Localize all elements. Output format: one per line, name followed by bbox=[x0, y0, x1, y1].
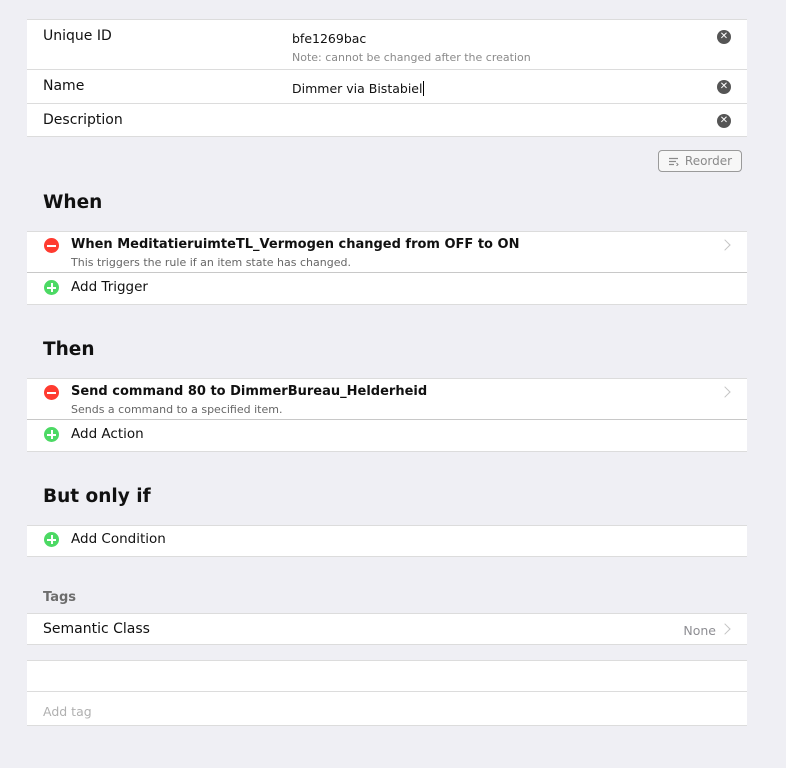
tags-heading: Tags bbox=[43, 590, 77, 605]
add-condition-item[interactable]: Add Condition bbox=[27, 526, 747, 556]
reorder-label: Reorder bbox=[684, 154, 733, 168]
conditions-list: Add Condition bbox=[27, 525, 747, 557]
add-condition-icon bbox=[44, 532, 59, 547]
action-title: Send command 80 to DimmerBureau_Helderhe… bbox=[71, 384, 428, 399]
reorder-button[interactable]: Reorder bbox=[658, 150, 742, 172]
add-action-item[interactable]: Add Action bbox=[27, 420, 747, 452]
add-trigger-label: Add Trigger bbox=[71, 279, 148, 295]
chevron-right-icon bbox=[719, 623, 731, 635]
add-condition-label: Add Condition bbox=[71, 531, 166, 547]
tag-chips-area bbox=[27, 661, 747, 691]
clear-description-icon[interactable]: ✕ bbox=[717, 114, 731, 128]
trigger-subtitle: This triggers the rule if an item state … bbox=[71, 256, 351, 269]
chevron-right-icon bbox=[719, 386, 731, 398]
unique-id-field[interactable]: bfe1269bac bbox=[292, 31, 366, 46]
clear-unique-id-icon[interactable]: ✕ bbox=[717, 30, 731, 44]
unique-id-label: Unique ID bbox=[43, 28, 112, 44]
text-cursor bbox=[423, 81, 425, 96]
name-row: Name Dimmer via Bistabiel ✕ bbox=[27, 70, 747, 103]
chevron-right-icon bbox=[719, 239, 731, 251]
trigger-item[interactable]: When MeditatieruimteTL_Vermogen changed … bbox=[27, 232, 747, 272]
semantic-class-list: Semantic Class None bbox=[27, 613, 747, 645]
description-field[interactable] bbox=[292, 115, 692, 131]
add-action-icon bbox=[44, 427, 59, 442]
rule-details-panel: Unique ID bfe1269bac Note: cannot be cha… bbox=[27, 19, 747, 137]
action-subtitle: Sends a command to a specified item. bbox=[71, 403, 283, 416]
add-trigger-icon bbox=[44, 280, 59, 295]
semantic-class-item[interactable]: Semantic Class None bbox=[27, 614, 747, 644]
remove-action-icon[interactable] bbox=[44, 385, 59, 400]
add-action-label: Add Action bbox=[71, 426, 144, 442]
unique-id-row: Unique ID bfe1269bac Note: cannot be cha… bbox=[27, 20, 747, 69]
name-field-value: Dimmer via Bistabiel bbox=[292, 81, 423, 96]
then-list: Send command 80 to DimmerBureau_Helderhe… bbox=[27, 378, 747, 452]
unique-id-note: Note: cannot be changed after the creati… bbox=[292, 51, 531, 64]
semantic-class-value: None bbox=[683, 623, 716, 638]
clear-name-icon[interactable]: ✕ bbox=[717, 80, 731, 94]
action-item[interactable]: Send command 80 to DimmerBureau_Helderhe… bbox=[27, 379, 747, 419]
add-tag-row: Add tag bbox=[27, 692, 747, 726]
add-trigger-item[interactable]: Add Trigger bbox=[27, 273, 747, 305]
but-only-if-heading: But only if bbox=[43, 486, 151, 507]
semantic-class-label: Semantic Class bbox=[43, 621, 150, 637]
description-row: Description ✕ bbox=[27, 104, 747, 137]
description-label: Description bbox=[43, 112, 123, 128]
when-list: When MeditatieruimteTL_Vermogen changed … bbox=[27, 231, 747, 305]
trigger-title: When MeditatieruimteTL_Vermogen changed … bbox=[71, 237, 520, 252]
name-label: Name bbox=[43, 78, 85, 94]
name-field[interactable]: Dimmer via Bistabiel bbox=[292, 81, 425, 96]
then-heading: Then bbox=[43, 339, 95, 360]
add-tag-input[interactable]: Add tag bbox=[43, 704, 92, 719]
tags-list: Add tag bbox=[27, 660, 747, 726]
reorder-icon bbox=[668, 152, 679, 172]
remove-trigger-icon[interactable] bbox=[44, 238, 59, 253]
when-heading: When bbox=[43, 192, 103, 213]
